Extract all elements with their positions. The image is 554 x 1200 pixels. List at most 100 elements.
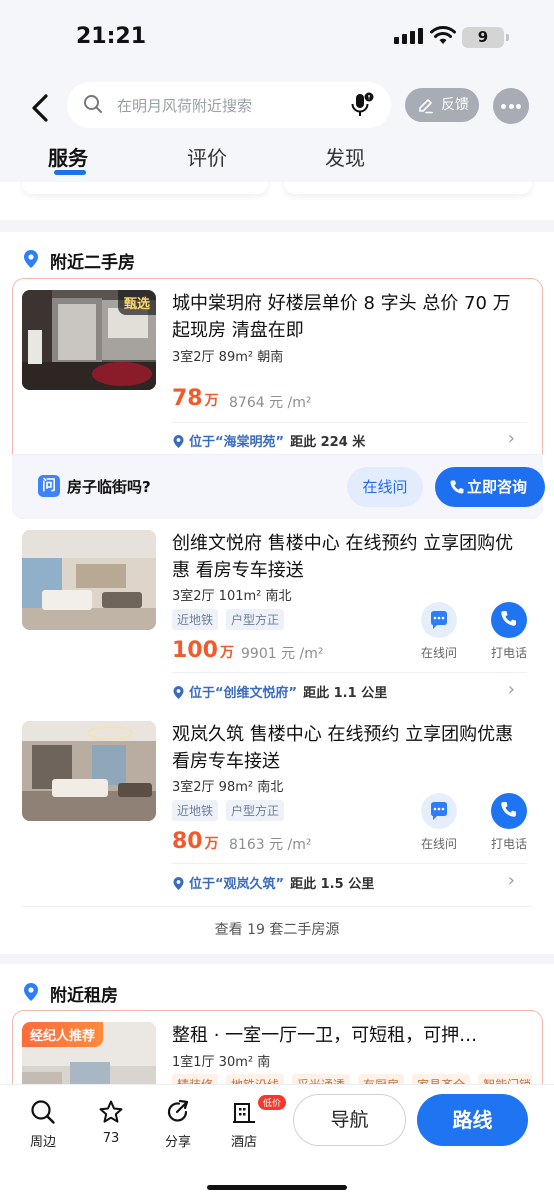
divider [172, 863, 527, 864]
chevron-right-icon: › [507, 679, 515, 700]
listing-price: 80 万 [172, 829, 219, 854]
phone-icon [491, 602, 527, 638]
bottom-action-bar: 周边 73 分享 酒店 低价 导航 路线 [0, 1085, 554, 1200]
voice-input-icon[interactable] [351, 92, 375, 118]
edit-icon [419, 99, 433, 114]
scroll-content[interactable]: 附近二手房 甄选 城中棠玥府 好楼层单价 8 字头 总价 70 万起现房 清盘在… [0, 182, 554, 1085]
call-action[interactable]: 打电话 [479, 602, 539, 661]
active-tab-indicator [54, 170, 86, 175]
tab-reviews[interactable]: 评价 [187, 142, 227, 171]
status-time: 21:21 [76, 24, 147, 49]
listing-location[interactable]: 位于“观岚久筑” 距此 1.5 公里 › [172, 870, 527, 892]
view-more-link[interactable]: 查看 19 套二手房源 [0, 919, 554, 939]
listing-spec: 3室2厅 89m² 朝南 [172, 350, 284, 365]
quick-question-text[interactable]: 房子临街吗? [67, 476, 151, 497]
top-header: 在明月风荷附近搜索 反馈 服务 评价 发现 [0, 72, 554, 182]
cellular-signal-icon [394, 28, 423, 44]
previous-section-remnant [0, 182, 554, 220]
tag: 户型方正 [226, 609, 285, 630]
chevron-right-icon: › [507, 428, 515, 449]
divider [172, 672, 527, 673]
more-button[interactable] [493, 88, 529, 124]
ask-online-action[interactable]: 在线问 [409, 793, 469, 852]
listing-title[interactable]: 观岚久筑 售楼中心 在线预约 立享团购优惠 看房专车接送 [172, 721, 527, 775]
tab-service[interactable]: 服务 [48, 142, 88, 171]
search-placeholder: 在明月风荷附近搜索 [117, 97, 253, 115]
phone-icon [450, 480, 464, 494]
search-bar[interactable]: 在明月风荷附近搜索 [67, 82, 391, 128]
phone-icon [491, 793, 527, 829]
tag: 智能门锁 [478, 1074, 532, 1085]
card-remnant-right [284, 182, 532, 194]
bottom-label: 周边 [29, 1135, 56, 1150]
battery-icon: 9 [462, 27, 509, 48]
bottom-label: 酒店 [230, 1135, 257, 1150]
consult-now-button[interactable]: 立即咨询 [435, 467, 545, 507]
route-button[interactable]: 路线 [417, 1094, 528, 1146]
nearby-button[interactable]: 周边 [18, 1099, 68, 1150]
low-price-badge: 低价 [258, 1095, 287, 1110]
wifi-icon [430, 26, 456, 44]
listing-title[interactable]: 城中棠玥府 好楼层单价 8 字头 总价 70 万起现房 清盘在即 [172, 290, 527, 344]
section-title-text: 附近租房 [50, 986, 118, 1006]
favorite-button[interactable]: 73 [86, 1099, 136, 1146]
location-pin-icon [24, 250, 38, 268]
rental-spec: 1室1厅 30m² 南 [172, 1055, 271, 1070]
listing-photo[interactable] [22, 721, 156, 821]
search-icon [84, 95, 102, 113]
divider [22, 906, 532, 907]
listing-tags: 近地铁 户型方正 [172, 609, 285, 630]
section-title-text: 附近二手房 [50, 253, 135, 273]
listing-spec: 3室2厅 101m² 南北 [172, 589, 292, 604]
question-icon: 问 [38, 475, 60, 497]
feedback-label: 反馈 [441, 97, 469, 113]
tab-bar: 服务 评价 发现 [0, 138, 554, 182]
listing-location[interactable]: 位于“创维文悦府” 距此 1.1 公里 › [172, 679, 527, 701]
navigation-button[interactable]: 导航 [293, 1094, 406, 1146]
tag: 地铁沿线 [226, 1074, 285, 1085]
star-icon [99, 1100, 123, 1123]
action-label: 在线问 [420, 837, 457, 851]
rental-tags: 精装修 地铁沿线 采光通透 有厨房 家具齐全 智能门锁 [172, 1074, 532, 1085]
call-action[interactable]: 打电话 [479, 793, 539, 852]
action-label: 打电话 [490, 646, 527, 660]
listing-photo[interactable]: 甄选 [22, 290, 156, 390]
bottom-label: 73 [102, 1131, 120, 1146]
search-icon [31, 1100, 55, 1124]
section-title: 附近租房 [22, 981, 118, 1006]
selected-badge: 甄选 [117, 290, 156, 315]
listing-unit-price: 8163 元 /m² [229, 837, 312, 853]
ask-online-button[interactable]: 在线问 [347, 467, 423, 507]
listing-unit-price: 8764 元 /m² [229, 395, 312, 411]
hotel-icon [233, 1103, 255, 1123]
tag: 近地铁 [172, 800, 219, 821]
listing-title[interactable]: 创维文悦府 售楼中心 在线预约 立享团购优惠 看房专车接送 [172, 530, 527, 584]
back-icon[interactable] [26, 90, 54, 126]
chevron-right-icon: › [507, 870, 515, 891]
rental-section: 附近租房 经纪人推荐 整租 · 一室一厅一卫，可短租，可押… 1室1厅 30m²… [0, 964, 554, 1085]
listing-photo[interactable] [22, 530, 156, 630]
consult-label: 立即咨询 [466, 478, 527, 496]
quick-question-bar: 问 房子临街吗? 在线问 立即咨询 [12, 454, 545, 519]
card-remnant-left [22, 182, 268, 194]
tab-discover[interactable]: 发现 [325, 142, 365, 171]
rental-title[interactable]: 整租 · 一室一厅一卫，可短租，可押… [172, 1022, 527, 1049]
listing-spec: 3室2厅 98m² 南北 [172, 780, 284, 795]
feedback-button[interactable]: 反馈 [405, 88, 479, 122]
location-pin-icon [173, 686, 184, 699]
listing-price: 100 万 [172, 638, 234, 663]
ask-online-action[interactable]: 在线问 [409, 602, 469, 661]
tag: 近地铁 [172, 609, 219, 630]
rental-photo[interactable]: 经纪人推荐 [22, 1022, 156, 1085]
listing-location[interactable]: 位于“海棠明苑” 距此 224 米 › [172, 428, 527, 450]
chat-icon [421, 602, 457, 638]
tag: 户型方正 [226, 800, 285, 821]
share-button[interactable]: 分享 [153, 1099, 203, 1150]
divider [172, 422, 527, 423]
location-pin-icon [24, 983, 38, 1001]
tag: 有厨房 [358, 1074, 405, 1085]
listing-unit-price: 9901 元 /m² [241, 646, 324, 662]
tag: 精装修 [172, 1074, 219, 1085]
status-bar: 21:21 9 [0, 0, 554, 72]
bottom-label: 分享 [164, 1135, 191, 1150]
